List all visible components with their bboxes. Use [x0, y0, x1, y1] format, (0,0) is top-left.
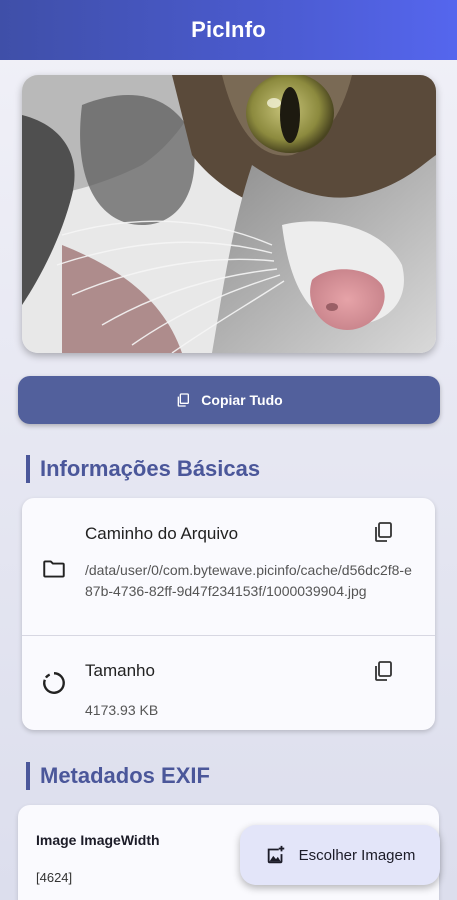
copy-path-icon[interactable] — [373, 521, 393, 543]
section-title-exif: Metadados EXIF — [26, 762, 210, 790]
copy-all-button[interactable]: Copiar Tudo — [18, 376, 440, 424]
app-title: PicInfo — [191, 17, 266, 42]
section-title-basic-info: Informações Básicas — [26, 455, 260, 483]
copy-icon — [177, 393, 190, 407]
cat-photo — [22, 75, 436, 353]
basic-info-card: Caminho do Arquivo /data/user/0/com.byte… — [22, 498, 435, 730]
choose-image-label: Escolher Imagem — [298, 846, 416, 864]
divider — [22, 635, 435, 636]
info-label-size: Tamanho — [85, 661, 155, 680]
section-title-text: Informações Básicas — [40, 456, 261, 481]
info-value-file-path: /data/user/0/com.bytewave.picinfo/cache/… — [85, 562, 412, 599]
file-size-icon — [43, 672, 65, 694]
selected-image-preview[interactable] — [22, 75, 436, 353]
section-title-text: Metadados EXIF — [40, 763, 210, 788]
app-bar: PicInfo — [0, 0, 457, 60]
folder-icon — [43, 560, 65, 578]
info-label-file-path: Caminho do Arquivo — [85, 524, 239, 543]
copy-size-icon[interactable] — [373, 660, 393, 682]
exif-value: [4624] — [36, 870, 73, 885]
choose-image-fab[interactable]: Escolher Imagem — [240, 825, 440, 885]
add-photo-icon — [267, 845, 284, 864]
exif-key: Image ImageWidth — [36, 832, 160, 848]
info-value-size: 4173.93 KB — [85, 702, 159, 718]
copy-all-label: Copiar Tudo — [201, 392, 283, 408]
